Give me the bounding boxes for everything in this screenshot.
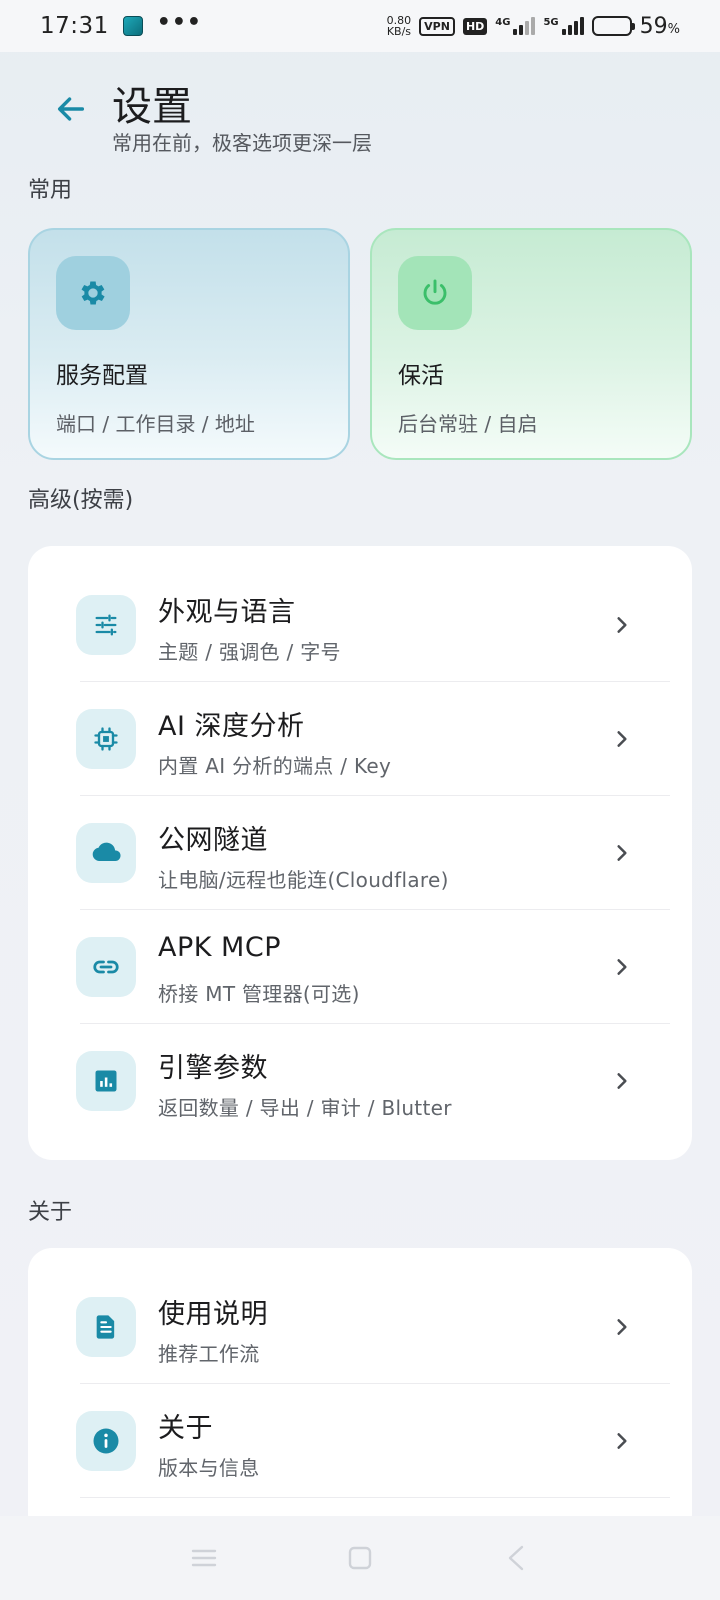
section-label-advanced: 高级(按需)	[28, 488, 134, 513]
network-speed: 0.80 KB/s	[387, 15, 412, 37]
power-icon	[423, 279, 447, 305]
section-label-about: 关于	[28, 1200, 73, 1225]
home-nav-button[interactable]	[344, 1542, 376, 1574]
app-notification-icon	[122, 16, 143, 36]
list-item-about[interactable]: 关于 版本与信息	[28, 1384, 692, 1498]
appearance-title: 外观与语言	[158, 597, 296, 628]
apk-mcp-title: APK MCP	[158, 932, 281, 963]
chevron-right-icon	[608, 1427, 636, 1455]
appearance-icon-badge	[76, 595, 136, 655]
gear-icon	[81, 281, 105, 305]
chip-icon	[94, 727, 118, 751]
cloud-icon	[92, 842, 121, 861]
status-bar: 17:31 ••• 0.80 KB/s VPN HD 4G 5G 59%	[0, 0, 720, 52]
apk-mcp-subtitle: 桥接 MT 管理器(可选)	[158, 982, 360, 1006]
home-square-icon	[348, 1546, 372, 1570]
section-label-common: 常用	[28, 178, 73, 203]
chevron-right-icon	[608, 839, 636, 867]
chevron-right-icon	[608, 725, 636, 753]
chevron-right-icon	[608, 611, 636, 639]
list-item-public-tunnel[interactable]: 公网隧道 让电脑/远程也能连(Cloudflare)	[28, 796, 692, 910]
signal-5g-label: 5G	[543, 17, 559, 28]
chevron-right-icon	[608, 953, 636, 981]
public-tunnel-subtitle: 让电脑/远程也能连(Cloudflare)	[158, 868, 449, 892]
system-navigation-bar	[0, 1516, 720, 1600]
public-tunnel-icon-badge	[76, 823, 136, 883]
chevron-right-icon	[608, 1313, 636, 1341]
battery-percent: 59%	[640, 14, 680, 39]
sliders-icon	[95, 614, 117, 636]
list-item-engine-params[interactable]: 引擎参数 返回数量 / 导出 / 审计 / Blutter	[28, 1024, 692, 1138]
menu-icon	[191, 1549, 217, 1567]
chevron-right-icon	[608, 1067, 636, 1095]
engine-params-title: 引擎参数	[158, 1053, 268, 1084]
about-subtitle: 版本与信息	[158, 1456, 260, 1480]
usage-guide-icon-badge	[76, 1297, 136, 1357]
apk-mcp-icon-badge	[76, 937, 136, 997]
signal-4g-label: 4G	[495, 17, 511, 28]
engine-params-icon-badge	[76, 1051, 136, 1111]
public-tunnel-title: 公网隧道	[158, 825, 268, 856]
chart-icon	[95, 1070, 117, 1092]
list-item-appearance-language[interactable]: 外观与语言 主题 / 强调色 / 字号	[28, 568, 692, 682]
battery-percent-value: 59	[639, 13, 668, 39]
list-item-apk-mcp[interactable]: APK MCP 桥接 MT 管理器(可选)	[28, 910, 692, 1024]
keep-alive-subtitle: 后台常驻 / 自启	[398, 412, 538, 436]
more-notifications-icon: •••	[156, 9, 202, 35]
ai-analysis-subtitle: 内置 AI 分析的端点 / Key	[158, 754, 392, 778]
vpn-icon: VPN	[419, 16, 455, 36]
appearance-subtitle: 主题 / 强调色 / 字号	[158, 640, 341, 664]
ai-analysis-title: AI 深度分析	[158, 711, 305, 742]
keep-alive-icon-badge	[398, 256, 472, 330]
engine-params-subtitle: 返回数量 / 导出 / 审计 / Blutter	[158, 1096, 452, 1120]
link-icon	[93, 960, 119, 974]
advanced-settings-list: 外观与语言 主题 / 强调色 / 字号 AI 深度分析 内置 AI 分析的端点 …	[28, 546, 692, 1160]
service-config-icon-badge	[56, 256, 130, 330]
ai-analysis-icon-badge	[76, 709, 136, 769]
page-title: 设置	[112, 84, 192, 130]
usage-guide-subtitle: 推荐工作流	[158, 1342, 260, 1366]
service-config-card[interactable]: 服务配置 端口 / 工作目录 / 地址	[28, 228, 350, 460]
back-nav-button[interactable]	[500, 1542, 532, 1574]
keep-alive-card[interactable]: 保活 后台常驻 / 自启	[370, 228, 692, 460]
signal-4g-icon: 4G	[495, 17, 536, 35]
hd-icon: HD	[462, 17, 488, 35]
usage-guide-title: 使用说明	[158, 1299, 268, 1330]
service-config-title: 服务配置	[56, 363, 148, 389]
signal-5g-icon: 5G	[543, 17, 584, 35]
divider	[80, 1497, 670, 1498]
network-speed-unit: KB/s	[386, 25, 412, 38]
page-subtitle: 常用在前，极客选项更深一层	[112, 131, 372, 155]
info-icon	[93, 1428, 119, 1454]
back-triangle-icon	[508, 1545, 524, 1571]
list-item-usage-guide[interactable]: 使用说明 推荐工作流	[28, 1270, 692, 1384]
status-time: 17:31	[40, 13, 109, 39]
back-button[interactable]	[50, 88, 92, 130]
menu-nav-button[interactable]	[188, 1542, 220, 1574]
about-list: 使用说明 推荐工作流 关于 版本与信息	[28, 1248, 692, 1538]
document-icon	[96, 1315, 115, 1339]
battery-percent-unit: %	[667, 21, 680, 37]
list-item-ai-analysis[interactable]: AI 深度分析 内置 AI 分析的端点 / Key	[28, 682, 692, 796]
about-title: 关于	[158, 1413, 213, 1444]
battery-icon	[591, 16, 635, 36]
keep-alive-title: 保活	[398, 363, 444, 389]
arrow-left-icon	[57, 97, 85, 121]
service-config-subtitle: 端口 / 工作目录 / 地址	[56, 412, 255, 436]
about-icon-badge	[76, 1411, 136, 1471]
